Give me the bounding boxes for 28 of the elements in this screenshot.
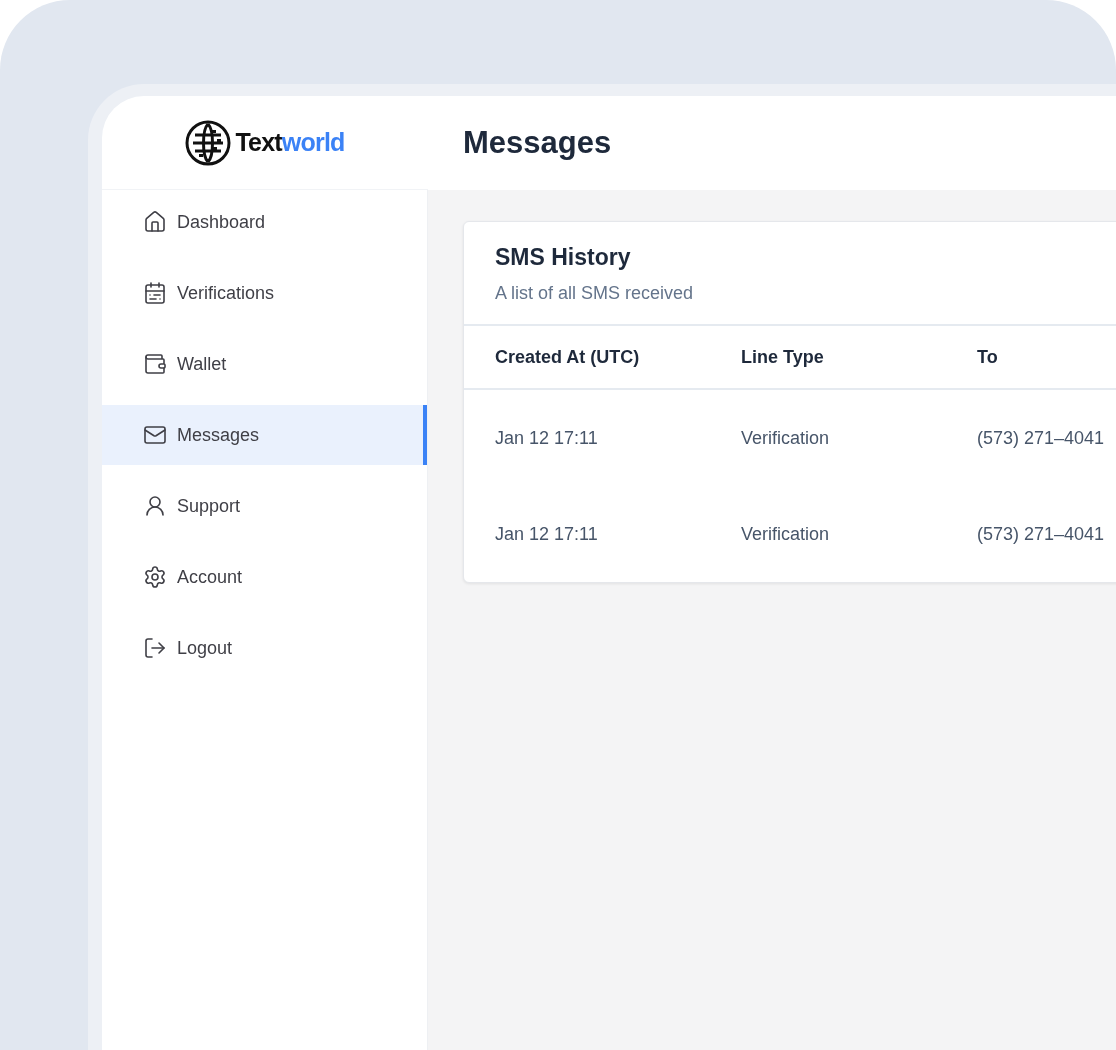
settings-icon bbox=[143, 565, 167, 589]
sidebar-item[interactable]: Wallet bbox=[102, 334, 427, 394]
person-icon bbox=[143, 494, 167, 518]
sidebar-item[interactable]: Logout bbox=[102, 618, 427, 678]
column-header: To bbox=[977, 346, 999, 368]
calendar-icon bbox=[143, 281, 167, 305]
logo-wordmark: Textworld bbox=[235, 128, 345, 157]
sidebar-item[interactable]: Account bbox=[102, 547, 427, 607]
table-cell-text: Jan 12 17:11 bbox=[495, 523, 599, 545]
card-subtitle: A list of all SMS received bbox=[495, 283, 695, 304]
card-title: SMS History bbox=[495, 244, 632, 271]
column-header: Created At (UTC) bbox=[495, 346, 641, 368]
sidebar-item[interactable]: Messages bbox=[102, 405, 427, 465]
logout-icon bbox=[143, 636, 167, 660]
home-icon bbox=[143, 210, 167, 234]
table-cell-text: (573) 271–4041 bbox=[977, 427, 1106, 449]
wallet-icon bbox=[143, 352, 167, 376]
mail-icon bbox=[143, 423, 167, 447]
column-header: Line Type bbox=[741, 346, 825, 368]
table-cell-text: (573) 271–4041 bbox=[977, 523, 1106, 545]
sidebar-item[interactable]: Verifications bbox=[102, 263, 427, 323]
globe-logo-icon bbox=[185, 119, 232, 166]
sidebar-item[interactable]: Support bbox=[102, 476, 427, 536]
table-cell-text: Verification bbox=[741, 427, 831, 449]
sidebar-item[interactable]: Dashboard bbox=[102, 192, 427, 252]
page-title: Messages bbox=[463, 125, 612, 161]
table-cell-text: Verification bbox=[741, 523, 831, 545]
table-cell-text: Jan 12 17:11 bbox=[495, 427, 599, 449]
